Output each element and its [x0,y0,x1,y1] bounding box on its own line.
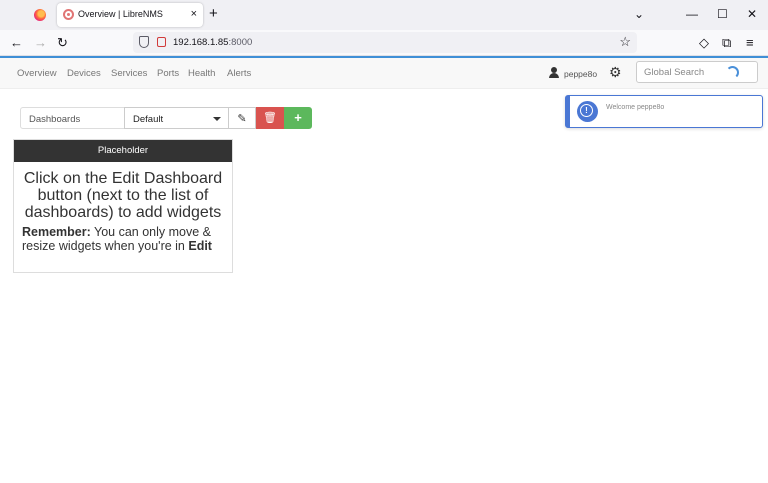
extensions-icon[interactable]: ⧉ [722,35,731,50]
caret-down-icon [213,117,221,121]
username-link[interactable]: peppe8o [564,69,597,79]
loading-spinner-icon [726,66,739,79]
pocket-icon[interactable]: ◇ [699,35,709,50]
back-icon[interactable]: ← [10,35,23,50]
nav-ports[interactable]: Ports [157,68,179,79]
close-window-button[interactable]: ✕ [747,7,757,21]
nav-health[interactable]: Health [188,68,215,79]
nav-services[interactable]: Services [111,68,147,79]
maximize-button[interactable]: ☐ [717,7,728,21]
insecure-lock-icon[interactable] [157,37,166,47]
toast-message: Welcome peppe8o [606,104,665,111]
delete-dashboard-button[interactable]: 🗑 [256,107,284,129]
search-placeholder: Global Search [644,67,705,78]
forward-icon[interactable]: → [34,35,47,50]
app-navbar: Overview Devices Services Ports Health A… [0,58,768,89]
url-bar[interactable]: 192.168.1.85:8000 ☆ [133,32,637,53]
minimize-button[interactable]: — [686,7,698,21]
new-tab-button[interactable]: + [209,6,218,22]
widget-remember-note: Remember: You can only move & resize wid… [22,225,212,253]
nav-devices[interactable]: Devices [67,68,101,79]
browser-tab-active[interactable]: Overview | LibreNMS × [57,3,203,27]
url-text[interactable]: 192.168.1.85:8000 [173,37,252,48]
browser-tabbar: Overview | LibreNMS × + ⌄ — ☐ ✕ [0,0,768,30]
reload-icon[interactable]: ↻ [57,35,68,50]
dashboard-select[interactable]: Default [124,107,229,129]
placeholder-widget: Placeholder Click on the Edit Dashboard … [13,139,233,273]
menu-icon[interactable]: ≡ [746,35,754,50]
librenms-favicon-icon [63,9,74,20]
firefox-icon[interactable] [34,9,46,21]
tab-list-chevron-icon[interactable]: ⌄ [634,7,644,21]
info-icon [577,101,598,122]
nav-overview[interactable]: Overview [17,68,57,79]
widget-title[interactable]: Placeholder [14,140,232,162]
widget-instructions: Click on the Edit Dashboard button (next… [23,170,223,221]
user-icon[interactable] [549,67,559,78]
nav-alerts[interactable]: Alerts [227,68,251,79]
welcome-toast[interactable]: Welcome peppe8o [565,95,763,128]
bookmark-star-icon[interactable]: ☆ [619,34,631,50]
tab-close-icon[interactable]: × [191,7,197,21]
tracking-shield-icon[interactable] [139,36,149,48]
browser-navbar: ← → ↻ 192.168.1.85:8000 ☆ ◇ ⧉ ≡ [0,30,768,56]
tab-title: Overview | LibreNMS [78,9,163,19]
dashboards-label: Dashboards [20,107,125,129]
global-search-input[interactable]: Global Search [636,61,758,83]
add-dashboard-button[interactable]: + [284,107,312,129]
edit-dashboard-button[interactable]: ✎ [228,107,256,129]
gear-icon[interactable]: ⚙ [609,64,622,80]
